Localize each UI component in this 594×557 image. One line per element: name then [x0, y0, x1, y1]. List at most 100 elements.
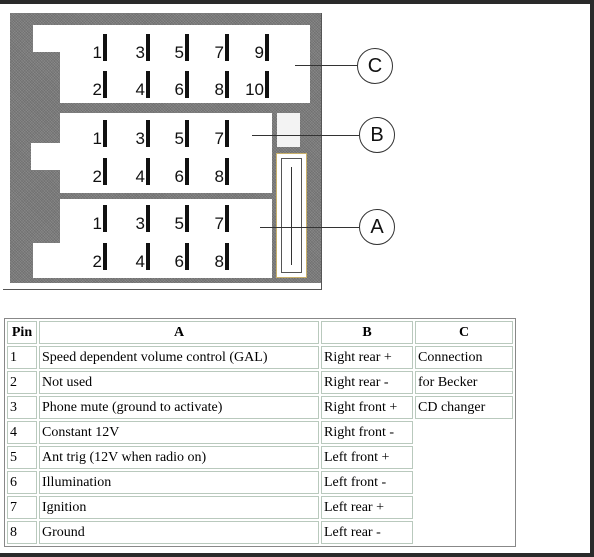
pin-number: 5 — [174, 214, 184, 233]
pin-contact — [265, 34, 269, 61]
pin-number: 3 — [135, 129, 145, 148]
pin-contact — [185, 34, 189, 61]
pin-contact — [146, 243, 150, 270]
pin-number: 2 — [92, 80, 102, 99]
pin-contact — [225, 243, 229, 270]
cell-b: Left rear + — [321, 496, 413, 519]
cell-b: Left rear - — [321, 521, 413, 544]
cell-a: Illumination — [39, 471, 319, 494]
callout-b: B — [359, 117, 395, 153]
table-row: 4 Constant 12V Right front - — [7, 421, 513, 444]
pin-contact — [103, 34, 107, 61]
table-header-row: Pin A B C — [7, 321, 513, 344]
pin-number: 5 — [174, 129, 184, 148]
pin-contact — [225, 205, 229, 232]
header-c: C — [415, 321, 513, 344]
pin-number: 6 — [174, 80, 184, 99]
pin-number: 4 — [135, 167, 145, 186]
key-slot — [277, 113, 300, 147]
window-bottom-border — [0, 553, 594, 557]
pin-number: 7 — [214, 129, 224, 148]
pin-number: 2 — [92, 252, 102, 271]
cell-a: Not used — [39, 371, 319, 394]
cell-a: Ant trig (12V when radio on) — [39, 446, 319, 469]
pin-contact — [103, 120, 107, 147]
cell-b: Right front - — [321, 421, 413, 444]
header-b: B — [321, 321, 413, 344]
pin-contact — [225, 158, 229, 185]
cell-b: Left front + — [321, 446, 413, 469]
pin-contact — [103, 158, 107, 185]
cell-a: Ground — [39, 521, 319, 544]
pin-number: 7 — [214, 43, 224, 62]
table-row: 1 Speed dependent volume control (GAL) Rig… — [7, 346, 513, 369]
cell-b: Right rear - — [321, 371, 413, 394]
cell-a: Phone mute (ground to activate) — [39, 396, 319, 419]
pin-number: 10 — [245, 80, 264, 99]
callout-c: C — [357, 48, 393, 84]
pin-contact — [103, 243, 107, 270]
cell-b: Right front + — [321, 396, 413, 419]
pin-contact — [185, 243, 189, 270]
pin-contact — [185, 205, 189, 232]
cell-pin: 6 — [7, 471, 37, 494]
pin-number: 3 — [135, 43, 145, 62]
pin-contact — [146, 120, 150, 147]
pin-number: 6 — [174, 167, 184, 186]
pin-contact — [146, 158, 150, 185]
empty-cell — [415, 421, 513, 544]
cell-b: Left front - — [321, 471, 413, 494]
cell-pin: 3 — [7, 396, 37, 419]
window-top-border — [0, 0, 594, 4]
pin-number: 6 — [174, 252, 184, 271]
header-pin: Pin — [7, 321, 37, 344]
pin-contact — [146, 205, 150, 232]
cell-c: Connection — [415, 346, 513, 369]
table-row: 3 Phone mute (ground to activate) Right fr… — [7, 396, 513, 419]
pin-contact — [265, 71, 269, 98]
cell-a: Ignition — [39, 496, 319, 519]
pin-number: 4 — [135, 252, 145, 271]
cell-pin: 7 — [7, 496, 37, 519]
divider — [321, 13, 322, 290]
cell-a: Speed dependent volume control (GAL) — [39, 346, 319, 369]
divider — [3, 289, 321, 290]
leader-line-c — [295, 65, 357, 66]
pin-number: 1 — [92, 214, 102, 233]
cell-pin: 2 — [7, 371, 37, 394]
pin-number: 1 — [92, 43, 102, 62]
header-a: A — [39, 321, 319, 344]
pin-number: 9 — [254, 43, 264, 62]
window-right-border — [590, 0, 594, 557]
leader-line-a — [260, 227, 359, 228]
pin-number: 4 — [135, 80, 145, 99]
table-row: 2 Not used Right rear - for Becker — [7, 371, 513, 394]
callout-a: A — [359, 209, 395, 245]
pin-contact — [185, 120, 189, 147]
pin-contact — [185, 71, 189, 98]
side-latch — [276, 153, 307, 278]
pin-contact — [225, 71, 229, 98]
leader-line-b — [252, 135, 359, 136]
pin-contact — [103, 205, 107, 232]
pin-contact — [103, 71, 107, 98]
pin-contact — [146, 71, 150, 98]
slot-a — [33, 243, 63, 278]
pin-contact — [146, 34, 150, 61]
cell-c: CD changer — [415, 396, 513, 419]
slot-b — [31, 143, 61, 170]
pin-number: 8 — [214, 80, 224, 99]
pin-contact — [185, 158, 189, 185]
pin-number: 7 — [214, 214, 224, 233]
cell-pin: 4 — [7, 421, 37, 444]
pin-number: 1 — [92, 129, 102, 148]
pin-number: 8 — [214, 167, 224, 186]
cell-a: Constant 12V — [39, 421, 319, 444]
cell-c: for Becker — [415, 371, 513, 394]
pin-contact — [225, 34, 229, 61]
pin-number: 2 — [92, 167, 102, 186]
pin-number: 5 — [174, 43, 184, 62]
cell-b: Right rear + — [321, 346, 413, 369]
cell-pin: 1 — [7, 346, 37, 369]
cell-pin: 5 — [7, 446, 37, 469]
